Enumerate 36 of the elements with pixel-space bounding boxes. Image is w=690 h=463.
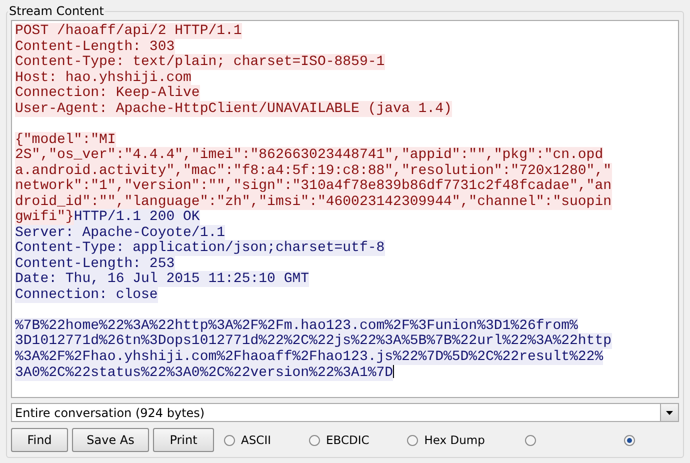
response-text: HTTP/1.1 200 OK [74, 209, 200, 225]
request-text: gwifi"} [15, 209, 74, 225]
request-text: 2S","os_ver":"4.4.4","imei":"862663023448741","appid":"","pkg":"cn.opd [15, 147, 604, 163]
group-title: Stream Content [8, 5, 105, 18]
response-text: Content-Length: 253 [15, 256, 175, 272]
request-text: Content-Length: 303 [15, 38, 175, 54]
radio-label: EBCDIC [326, 433, 370, 447]
response-text: Connection: close [15, 286, 158, 302]
response-text: 3D1012771d%26tn%3Dops1012771d%22%2C%22js%22%3A%5B%7B%22url%22%3A%22http [15, 333, 612, 349]
radio-label: Hex Dump [424, 433, 485, 447]
request-text: Host: hao.yhshiji.com [15, 70, 192, 86]
response-text: Server: Apache-Coyote/1.1 [15, 224, 226, 240]
request-text: network":"1","version":"","sign":"310a4f78e839b86df7731c2f48fcadae","an [15, 178, 612, 194]
response-text: Date: Thu, 16 Jul 2015 11:25:10 GMT [15, 271, 310, 287]
request-text: a.android.activity","mac":"f8:a4:5f:19:c8:88","resolution":"720x1280"," [15, 162, 612, 178]
response-text: %7B%22home%22%3A%22http%3A%2F%2Fm.hao123.com%2F%3Funion%3D1%26from% [15, 318, 578, 334]
response-text: Content-Type: application/json;charset=utf-8 [15, 240, 385, 256]
radio-button[interactable] [407, 434, 418, 446]
request-text: droid_id":"","language":"zh","imsi":"460023142309944","channel":"suopin [15, 194, 612, 210]
radio-button[interactable] [308, 434, 320, 446]
request-text: POST /haoaff/api/2 HTTP/1.1 [15, 23, 242, 39]
dialog-button[interactable]: Print [153, 428, 214, 452]
response-text: 3A0%2C%22status%22%3A0%2C%22version%22%3A1%7D [15, 365, 394, 381]
response-text: %3A%2F%2Fhao.yhshiji.com%2Fhaoaff%2Fhao123.js%22%7D%5D%2C%22result%22% [15, 348, 604, 364]
request-text: Content-Type: text/plain; charset=ISO-8859-1 [15, 54, 385, 70]
request-text: User-Agent: Apache-HttpClient/UNAVAILABLE (java 1.4) [15, 100, 452, 116]
request-text: {"model":"MI [15, 132, 116, 148]
dialog-button[interactable]: Save As [72, 428, 149, 452]
dropdown-arrow-icon [666, 410, 673, 414]
dialog-button[interactable]: Find [11, 428, 68, 452]
conversation-dropdown[interactable]: Entire conversation (924 bytes) [11, 403, 679, 422]
radio-button[interactable] [624, 434, 635, 446]
request-text: Connection: Keep-Alive [15, 85, 200, 101]
radio-button[interactable] [224, 434, 235, 446]
radio-button[interactable] [524, 434, 536, 446]
radio-label: ASCII [241, 433, 271, 447]
